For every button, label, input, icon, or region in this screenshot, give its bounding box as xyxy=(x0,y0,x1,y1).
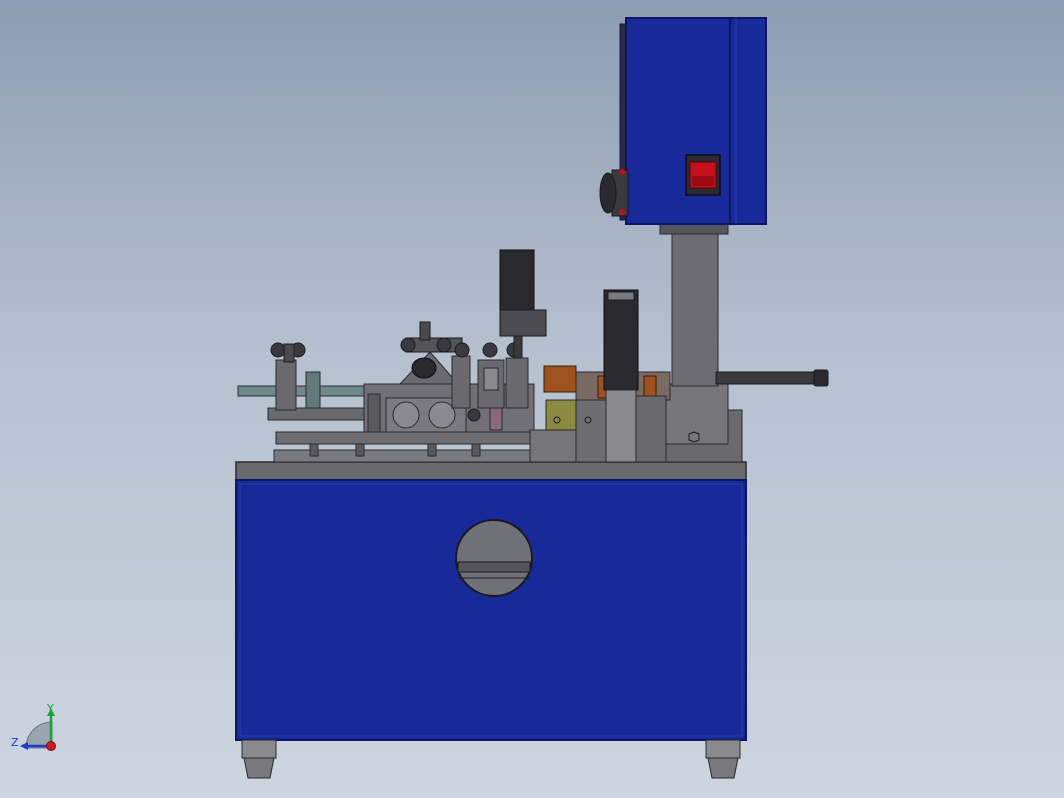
column-assembly xyxy=(649,223,829,463)
foot-right xyxy=(705,739,741,779)
access-port xyxy=(455,519,533,597)
base-cabinet xyxy=(235,461,747,779)
right-clamp-a xyxy=(451,342,471,409)
lower-rail xyxy=(273,449,575,463)
column-cap xyxy=(659,223,729,235)
sensor-block xyxy=(499,249,547,359)
control-box xyxy=(599,17,767,225)
cad-viewport[interactable]: Y Z xyxy=(0,0,1064,798)
power-switch[interactable] xyxy=(685,154,721,196)
column-post xyxy=(671,229,719,387)
right-clamp-b xyxy=(477,342,505,409)
z-axis-label: Z xyxy=(11,736,19,749)
side-knob[interactable] xyxy=(599,169,629,217)
coordinate-triad: Y Z xyxy=(11,702,56,751)
base-body xyxy=(235,479,747,741)
column-plinth xyxy=(663,383,729,445)
triad-origin xyxy=(46,741,56,751)
z-axis-arrow xyxy=(20,742,28,750)
tooling-assembly xyxy=(237,249,671,463)
slide-plate xyxy=(275,431,531,445)
foot-left xyxy=(241,739,277,779)
left-clamp xyxy=(270,342,306,411)
side-handle xyxy=(715,369,829,387)
y-axis-label: Y xyxy=(46,702,54,715)
